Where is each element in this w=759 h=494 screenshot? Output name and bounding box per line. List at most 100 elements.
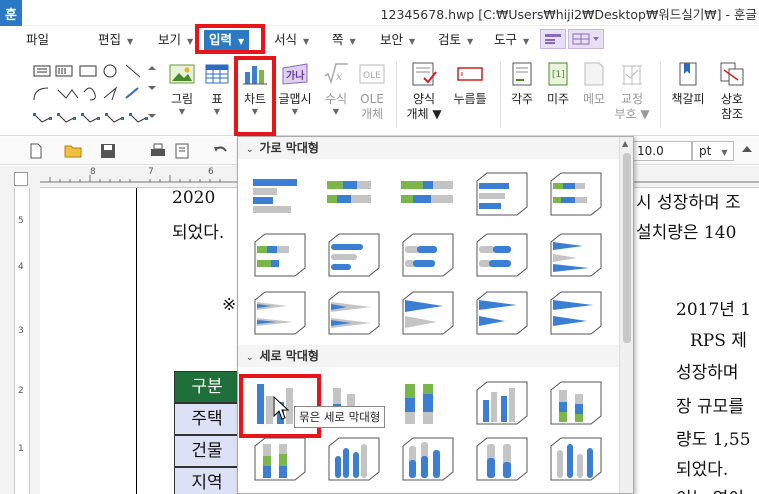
insert-formula-button[interactable]: x 수식 ▼ — [320, 60, 352, 117]
shapes-icon[interactable] — [30, 60, 160, 130]
chevron-down-icon: ⌄ — [246, 145, 254, 155]
insert-picture-button[interactable]: 그림 ▼ — [166, 60, 198, 117]
menu-tools[interactable]: 도구 ▼ — [494, 30, 529, 50]
chart-type-3d-stacked-column[interactable] — [547, 380, 605, 428]
memo-icon — [580, 60, 608, 88]
chart-type-cylinder-stacked-column[interactable] — [399, 436, 457, 484]
svg-text:가나: 가나 — [286, 69, 305, 82]
print-icon[interactable] — [150, 143, 166, 159]
bookmark-button[interactable]: 책갈피 — [668, 60, 708, 107]
layout-icon[interactable] — [540, 29, 566, 49]
menu-review[interactable]: 검토 ▼ — [438, 30, 473, 50]
chart-icon — [241, 60, 269, 88]
chart-type-pyramid-stacked[interactable] — [473, 290, 531, 338]
undo-icon[interactable] — [212, 143, 228, 159]
chart-type-cone-bar[interactable] — [547, 232, 605, 280]
bookmark-icon — [674, 60, 702, 88]
new-document-icon[interactable] — [28, 143, 44, 159]
menu-insert[interactable]: 입력 ▼ — [204, 30, 250, 50]
field-icon — [456, 60, 484, 88]
chart-type-pyramid-100[interactable] — [547, 290, 605, 338]
app-logo-icon[interactable]: 훈 — [0, 0, 22, 26]
font-unit-select[interactable]: pt ▼ — [692, 141, 734, 161]
font-size-up-icon[interactable] — [740, 143, 754, 159]
wordart-icon: 가나 — [281, 60, 309, 88]
chart-type-100-stacked-bar[interactable] — [399, 171, 457, 219]
chevron-down-icon: ▼ — [187, 37, 194, 46]
table-cell[interactable]: 건물 — [174, 435, 240, 467]
reference-mark: ※ — [222, 295, 237, 315]
grid-view-icon[interactable] — [568, 29, 604, 49]
memo-button[interactable]: 메모 — [578, 60, 610, 107]
ruler-label: 4 — [18, 262, 24, 272]
menu-edit[interactable]: 편집 ▼ — [98, 30, 133, 50]
input-field-button[interactable]: 누름틀 — [448, 60, 492, 107]
table-cell[interactable]: 주택 — [174, 403, 240, 435]
font-size-input[interactable]: 10.0 — [632, 141, 692, 161]
scroll-up-icon[interactable]: ▲ — [622, 139, 628, 148]
shape-gallery[interactable] — [30, 60, 160, 130]
table-cell[interactable]: 지역 — [174, 467, 240, 494]
chart-type-cylinder-100[interactable] — [473, 232, 531, 280]
insert-ole-button[interactable]: OLE OLE 개체 — [356, 60, 388, 122]
chevron-down-icon: ▼ — [721, 148, 728, 157]
chart-type-100-stacked-column[interactable] — [399, 380, 457, 428]
menu-view[interactable]: 보기 ▼ — [158, 30, 193, 50]
doc-text-line: 이는 연이 — [676, 484, 744, 494]
doc-text-line: RPS 제 — [690, 331, 747, 351]
save-icon[interactable] — [100, 143, 116, 159]
chart-type-3d-100-column[interactable] — [251, 436, 309, 484]
doc-text-line: 량도 1,55 — [676, 430, 751, 450]
chart-type-cylinder-stacked[interactable] — [399, 232, 457, 280]
doc-text-line: 성장하며 — [676, 363, 739, 383]
chart-type-stacked-bar[interactable] — [325, 171, 383, 219]
endnote-button[interactable]: [1] 미주 — [542, 60, 574, 107]
doc-text-line: 되었다. — [676, 460, 729, 480]
chart-type-cylinder-column[interactable] — [325, 436, 383, 484]
ruler-label: 7 — [148, 167, 154, 177]
svg-text:[1]: [1] — [552, 70, 565, 80]
chevron-down-icon: ▼ — [467, 37, 474, 46]
chart-type-clustered-bar[interactable] — [251, 171, 309, 219]
chevron-down-icon: ▼ — [349, 37, 356, 46]
proofreading-button[interactable]: 교정 부호 ▼ — [614, 60, 650, 122]
doc-text-line: 장 규모를 — [676, 397, 744, 417]
chevron-down-icon: ▼ — [409, 37, 416, 46]
mouse-cursor-icon — [273, 396, 290, 420]
ruler-label: 5 — [18, 216, 24, 226]
chevron-down-icon: ▼ — [238, 37, 245, 46]
chart-type-3d-clustered-column[interactable] — [473, 380, 531, 428]
doc-text-line: 2020 — [172, 188, 216, 208]
preview-icon[interactable] — [174, 143, 190, 159]
section-horizontal-bar[interactable]: ⌄ 가로 막대형 — [238, 137, 621, 159]
table-icon — [203, 60, 231, 88]
chart-type-pyramid-bar[interactable] — [399, 290, 457, 338]
chart-type-3d-stacked-bar[interactable] — [547, 171, 605, 219]
menu-format[interactable]: 서식 ▼ — [274, 30, 309, 50]
footnote-button[interactable]: 각주 — [506, 60, 538, 107]
chart-type-cylinder-100-column[interactable] — [473, 436, 531, 484]
scrollbar-thumb[interactable] — [623, 153, 631, 343]
chart-type-3d-clustered-bar[interactable] — [473, 171, 531, 219]
menu-security[interactable]: 보안 ▼ — [380, 30, 415, 50]
gallery-scrollbar[interactable]: ▲ — [619, 137, 633, 493]
chart-type-3d-column[interactable] — [547, 436, 605, 484]
form-object-button[interactable]: 양식 개체 ▼ — [404, 60, 444, 122]
chart-type-cone-100[interactable] — [325, 290, 383, 338]
footnote-icon — [508, 60, 536, 88]
insert-wordart-button[interactable]: 가나 글맵시 ▼ — [276, 60, 314, 117]
section-vertical-bar[interactable]: ⌄ 세로 막대형 — [238, 345, 621, 367]
doc-text-line: 되었다. — [172, 223, 225, 243]
chart-type-cylinder-bar[interactable] — [325, 232, 383, 280]
cross-reference-button[interactable]: 상호 참조 — [714, 60, 750, 122]
chart-type-3d-100-bar[interactable] — [251, 232, 309, 280]
ruler-corner-button[interactable] — [14, 172, 28, 186]
chart-type-cone-stacked[interactable] — [251, 290, 309, 338]
vertical-ruler[interactable]: 5 4 3 2 1 — [14, 188, 30, 494]
open-folder-icon[interactable] — [64, 143, 84, 159]
insert-chart-button[interactable]: 차트 ▼ — [238, 60, 272, 117]
table-header-cell[interactable]: 구분 — [174, 371, 240, 403]
insert-table-button[interactable]: 표 ▼ — [202, 60, 232, 117]
menu-file[interactable]: 파일 — [26, 30, 49, 50]
menu-page[interactable]: 쪽 ▼ — [332, 30, 356, 50]
